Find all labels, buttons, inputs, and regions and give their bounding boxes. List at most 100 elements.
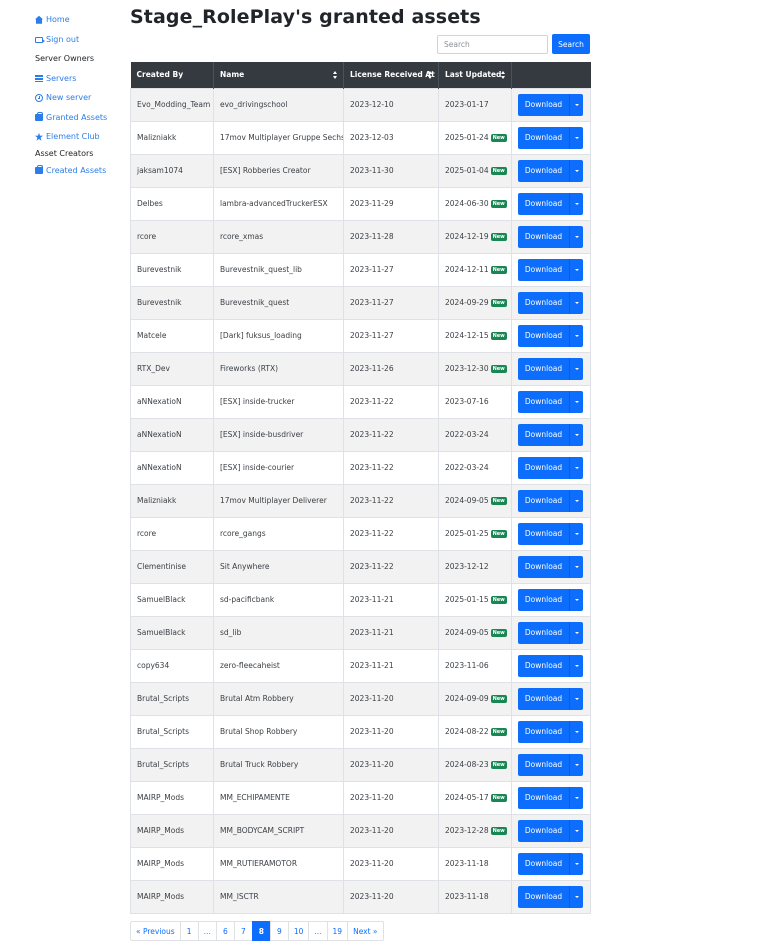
sidebar-item-signout[interactable]: Sign out bbox=[35, 30, 125, 50]
download-dropdown-toggle[interactable] bbox=[570, 819, 583, 842]
download-dropdown-toggle[interactable] bbox=[570, 324, 583, 347]
download-button[interactable]: Download bbox=[518, 225, 570, 248]
download-button[interactable]: Download bbox=[518, 720, 570, 743]
download-dropdown-toggle[interactable] bbox=[570, 621, 583, 644]
cell-created-by: Brutal_Scripts bbox=[130, 714, 214, 749]
download-button[interactable]: Download bbox=[518, 489, 570, 512]
download-dropdown-toggle[interactable] bbox=[570, 192, 583, 215]
page-link[interactable]: 10 bbox=[287, 921, 310, 941]
download-dropdown-toggle[interactable] bbox=[570, 885, 583, 908]
download-button[interactable]: Download bbox=[518, 555, 570, 578]
download-button[interactable]: Download bbox=[518, 588, 570, 611]
download-button[interactable]: Download bbox=[518, 687, 570, 710]
download-dropdown-toggle[interactable] bbox=[570, 852, 583, 875]
column-header-name[interactable]: Name bbox=[213, 62, 344, 88]
download-button[interactable]: Download bbox=[518, 654, 570, 677]
download-button[interactable]: Download bbox=[518, 522, 570, 545]
download-dropdown-toggle[interactable] bbox=[570, 489, 583, 512]
download-button[interactable]: Download bbox=[518, 885, 570, 908]
download-dropdown-toggle[interactable] bbox=[570, 654, 583, 677]
download-dropdown-toggle[interactable] bbox=[570, 159, 583, 182]
download-dropdown-toggle[interactable] bbox=[570, 357, 583, 380]
cell-name: MM_ECHIPAMENTE bbox=[213, 780, 344, 815]
last-updated-date: 2024-06-30 bbox=[445, 199, 489, 208]
sidebar-item-new-server[interactable]: New server bbox=[35, 88, 125, 108]
sidebar-item-servers[interactable]: Servers bbox=[35, 69, 125, 89]
search-input[interactable] bbox=[437, 35, 548, 54]
download-split-button: Download bbox=[518, 621, 583, 644]
download-button[interactable]: Download bbox=[518, 753, 570, 776]
download-button[interactable]: Download bbox=[518, 819, 570, 842]
sidebar-item-element-club[interactable]: Element Club bbox=[35, 127, 125, 147]
next-page-link[interactable]: Next » bbox=[347, 921, 384, 941]
column-header-license-received[interactable]: License Received At bbox=[343, 62, 439, 88]
last-updated-date: 2024-12-15 bbox=[445, 331, 489, 340]
download-dropdown-toggle[interactable] bbox=[570, 522, 583, 545]
search-button[interactable]: Search bbox=[552, 34, 590, 54]
caret-down-icon bbox=[574, 268, 579, 271]
download-dropdown-toggle[interactable] bbox=[570, 753, 583, 776]
download-dropdown-toggle[interactable] bbox=[570, 720, 583, 743]
new-badge: New bbox=[490, 200, 507, 208]
download-dropdown-toggle[interactable] bbox=[570, 555, 583, 578]
download-dropdown-toggle[interactable] bbox=[570, 225, 583, 248]
cell-created-by: aNNexatioN bbox=[130, 417, 214, 452]
cell-created-by: Burevestnik bbox=[130, 285, 214, 320]
cell-actions: Download bbox=[511, 483, 591, 518]
sort-icon bbox=[428, 71, 433, 79]
cell-created-by: MAIRP_Mods bbox=[130, 846, 214, 881]
sidebar-item-home[interactable]: Home bbox=[35, 10, 125, 30]
download-split-button: Download bbox=[518, 489, 583, 512]
caret-down-icon bbox=[574, 862, 579, 865]
cell-last-updated: 2025-01-04 New bbox=[438, 153, 512, 188]
download-button[interactable]: Download bbox=[518, 159, 570, 182]
download-button[interactable]: Download bbox=[518, 621, 570, 644]
cell-last-updated: 2025-01-15 New bbox=[438, 582, 512, 617]
page-link[interactable]: 8 bbox=[251, 921, 271, 941]
download-button[interactable]: Download bbox=[518, 126, 570, 149]
previous-page-link[interactable]: « Previous bbox=[130, 921, 181, 941]
cell-last-updated: 2024-12-15 New bbox=[438, 318, 512, 353]
page-link[interactable]: 7 bbox=[233, 921, 253, 941]
download-dropdown-toggle[interactable] bbox=[570, 423, 583, 446]
download-dropdown-toggle[interactable] bbox=[570, 291, 583, 314]
download-button[interactable]: Download bbox=[518, 390, 570, 413]
download-dropdown-toggle[interactable] bbox=[570, 588, 583, 611]
download-button[interactable]: Download bbox=[518, 192, 570, 215]
table-row: aNNexatioN [ESX] inside-trucker 2023-11-22… bbox=[130, 384, 591, 419]
download-button[interactable]: Download bbox=[518, 786, 570, 809]
cell-created-by: MAIRP_Mods bbox=[130, 813, 214, 848]
download-split-button: Download bbox=[518, 588, 583, 611]
sidebar-item-granted-assets[interactable]: Granted Assets bbox=[35, 108, 125, 128]
download-dropdown-toggle[interactable] bbox=[570, 687, 583, 710]
download-dropdown-toggle[interactable] bbox=[570, 456, 583, 479]
download-button[interactable]: Download bbox=[518, 93, 570, 116]
download-button[interactable]: Download bbox=[518, 852, 570, 875]
cell-actions: Download bbox=[511, 780, 591, 815]
download-dropdown-toggle[interactable] bbox=[570, 126, 583, 149]
download-dropdown-toggle[interactable] bbox=[570, 786, 583, 809]
page-link[interactable]: 6 bbox=[215, 921, 235, 941]
cell-name: 17mov Multiplayer Deliverer bbox=[213, 483, 344, 518]
page-link[interactable]: 9 bbox=[269, 921, 289, 941]
cell-actions: Download bbox=[511, 879, 591, 914]
page-link[interactable]: 19 bbox=[326, 921, 349, 941]
column-header-created-by[interactable]: Created By bbox=[130, 62, 214, 88]
download-dropdown-toggle[interactable] bbox=[570, 258, 583, 281]
cell-created-by: MAIRP_Mods bbox=[130, 780, 214, 815]
table-row: Burevestnik Burevestnik_quest_lib 2023-11-… bbox=[130, 252, 591, 287]
cell-actions: Download bbox=[511, 813, 591, 848]
download-button[interactable]: Download bbox=[518, 357, 570, 380]
last-updated-date: 2024-09-09 bbox=[445, 694, 489, 703]
sidebar-item-created-assets[interactable]: Created Assets bbox=[35, 161, 125, 181]
download-button[interactable]: Download bbox=[518, 291, 570, 314]
download-dropdown-toggle[interactable] bbox=[570, 390, 583, 413]
download-button[interactable]: Download bbox=[518, 456, 570, 479]
download-button[interactable]: Download bbox=[518, 423, 570, 446]
download-button[interactable]: Download bbox=[518, 324, 570, 347]
download-dropdown-toggle[interactable] bbox=[570, 93, 583, 116]
cell-created-by: Evo_Modding_Team bbox=[130, 87, 214, 122]
download-button[interactable]: Download bbox=[518, 258, 570, 281]
page-link[interactable]: 1 bbox=[179, 921, 199, 941]
column-header-last-updated[interactable]: Last Updated bbox=[438, 62, 512, 88]
